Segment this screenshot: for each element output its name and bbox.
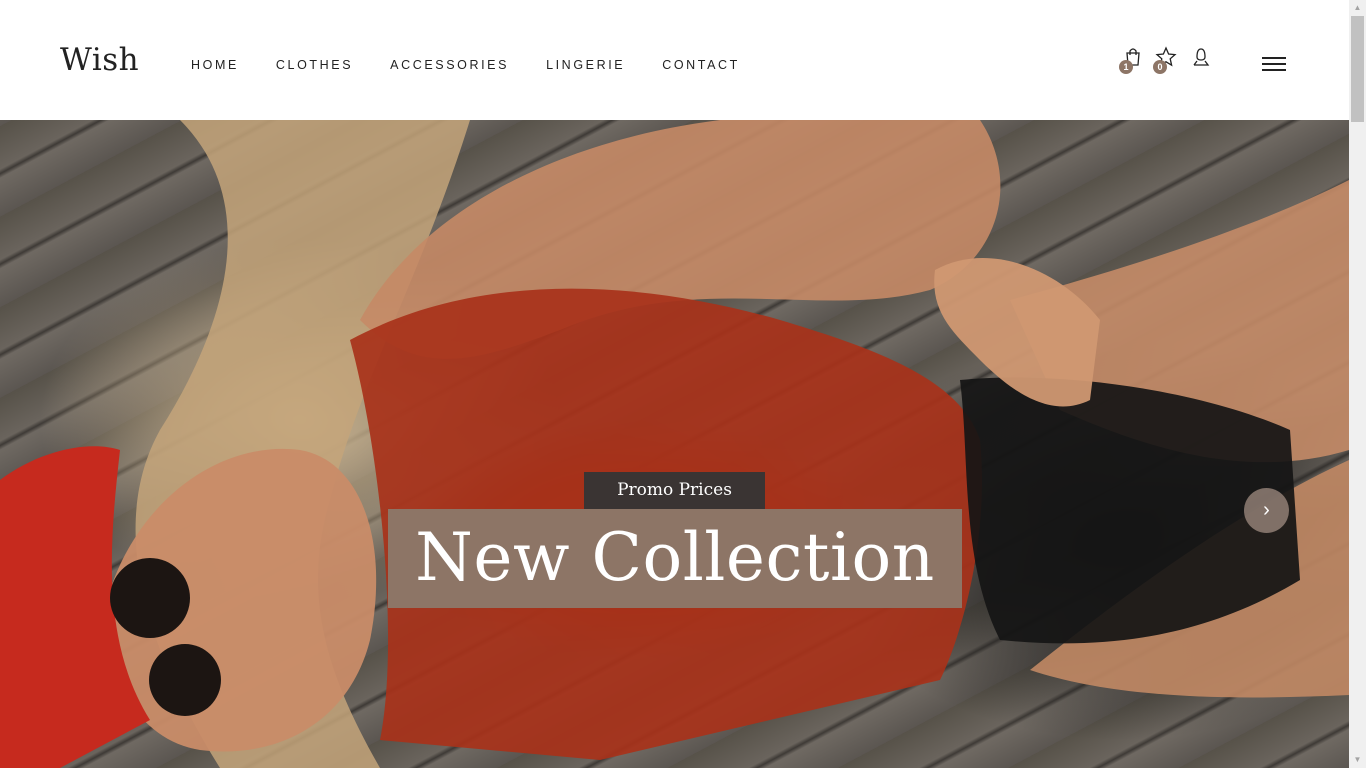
user-icon <box>1193 48 1210 66</box>
nav-accessories[interactable]: ACCESSORIES <box>390 57 509 73</box>
wishlist-count-badge: 0 <box>1153 60 1167 74</box>
scroll-down-arrow-icon[interactable]: ▼ <box>1349 752 1366 768</box>
nav-lingerie[interactable]: LINGERIE <box>546 57 625 73</box>
wishlist-button[interactable]: 0 <box>1153 46 1181 74</box>
cart-count-badge: 1 <box>1119 60 1133 74</box>
hamburger-menu-button[interactable] <box>1262 57 1286 73</box>
slider-next-button[interactable]: › <box>1244 488 1289 533</box>
hero-title: New Collection <box>388 509 962 608</box>
nav-home[interactable]: HOME <box>191 57 239 73</box>
nav-contact[interactable]: CONTACT <box>662 57 740 73</box>
page-scrollbar[interactable]: ▲ ▼ <box>1349 0 1366 768</box>
logo[interactable]: Wish <box>60 40 139 80</box>
hamburger-menu-icon <box>1262 57 1286 59</box>
scrollbar-thumb[interactable] <box>1351 16 1364 122</box>
main-nav: HOME CLOTHES ACCESSORIES LINGERIE CONTAC… <box>191 57 777 73</box>
account-button[interactable] <box>1190 46 1216 72</box>
scroll-up-arrow-icon[interactable]: ▲ <box>1349 0 1366 16</box>
hero-image <box>0 120 1349 768</box>
cart-button[interactable]: 1 <box>1119 46 1148 74</box>
hero-slider: › <box>0 120 1349 768</box>
site-header: Wish HOME CLOTHES ACCESSORIES LINGERIE C… <box>0 0 1349 120</box>
nav-clothes[interactable]: CLOTHES <box>276 57 353 73</box>
promo-label: Promo Prices <box>584 472 765 509</box>
